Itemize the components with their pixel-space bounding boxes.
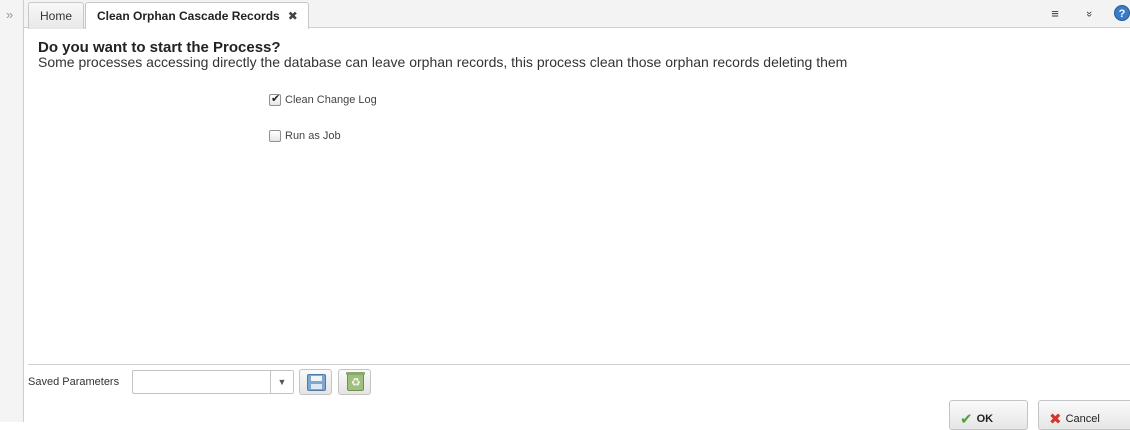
red-x-icon: ✖ [1049,411,1062,428]
collapse-down-icon[interactable]: » [1080,5,1098,23]
expand-sidebar-icon[interactable]: » [6,8,13,22]
dropdown-arrow-icon[interactable]: ▼ [270,371,293,393]
process-dialog: Do you want to start the Process? Some p… [24,29,1130,430]
cancel-button[interactable]: ✖ Cancel [1038,400,1130,430]
delete-parameters-button[interactable] [338,369,371,395]
tab-home[interactable]: Home [28,2,84,29]
ok-label: OK [976,413,994,425]
param-clean-change-log[interactable]: Clean Change Log [269,92,377,106]
tab-bar: Home Clean Orphan Cascade Records ✖ ≡ » ? [24,0,1130,29]
tab-clean-orphan-cascade-records[interactable]: Clean Orphan Cascade Records ✖ [85,2,309,29]
left-sidebar-rail: » [0,0,24,422]
checkmark-icon: ✔ [960,411,973,428]
recycle-bin-icon [346,372,365,391]
param-run-as-job[interactable]: Run as Job [269,130,341,142]
run-as-job-label: Run as Job [285,130,341,142]
tab-home-label: Home [40,9,73,23]
close-tab-icon[interactable]: ✖ [288,9,298,23]
clean-change-log-label: Clean Change Log [285,94,377,106]
tab-active-label: Clean Orphan Cascade Records [97,9,280,23]
footer-divider [28,364,1130,365]
save-parameters-button[interactable] [299,369,332,395]
saved-parameters-combobox[interactable]: ▼ [132,370,294,394]
floppy-disk-icon [307,374,326,391]
ok-button[interactable]: ✔ OK [949,400,1028,430]
clean-change-log-checkbox[interactable] [269,92,281,106]
cancel-label: Cancel [1065,413,1100,425]
run-as-job-checkbox[interactable] [269,130,281,142]
menu-icon[interactable]: ≡ [1046,5,1064,23]
saved-parameters-label: Saved Parameters [28,376,120,388]
help-icon[interactable]: ? [1114,5,1130,21]
process-description: Some processes accessing directly the da… [38,54,848,70]
